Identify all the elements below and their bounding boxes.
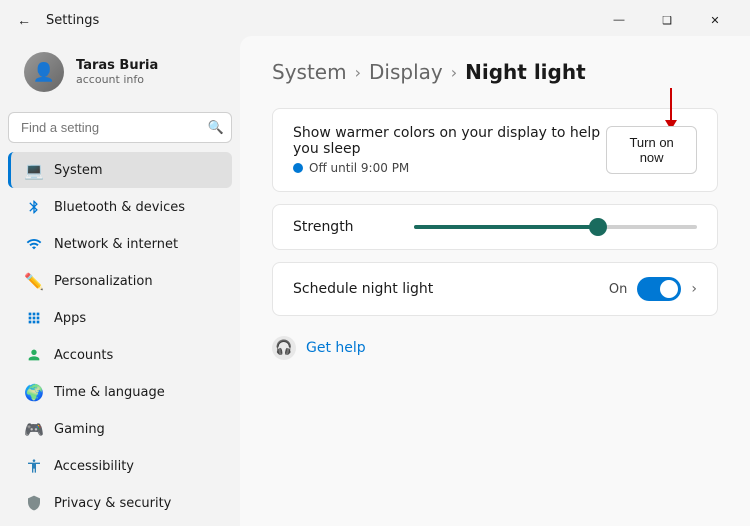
apps-icon (24, 308, 44, 328)
avatar: 👤 (24, 52, 64, 92)
sidebar-item-personalization[interactable]: ✏️ Personalization (8, 263, 232, 299)
title-bar: ← Settings — ❑ ✕ (0, 0, 750, 36)
sidebar-item-accessibility[interactable]: Accessibility (8, 448, 232, 484)
sidebar-item-privacy-label: Privacy & security (54, 496, 216, 511)
network-icon (24, 234, 44, 254)
search-input[interactable] (8, 112, 232, 143)
schedule-right: On › (609, 277, 697, 301)
content-area: System › Display › Night light Show warm… (240, 36, 750, 526)
personalization-icon: ✏️ (24, 271, 44, 291)
sidebar-item-accounts[interactable]: Accounts (8, 337, 232, 373)
schedule-toggle[interactable] (637, 277, 681, 301)
search-container: 🔍 (8, 112, 232, 143)
sidebar-item-time[interactable]: 🌍 Time & language (8, 374, 232, 410)
user-profile[interactable]: 👤 Taras Buria account info (8, 40, 232, 104)
accessibility-icon (24, 456, 44, 476)
night-light-status: Off until 9:00 PM (293, 161, 606, 175)
chevron-down-icon: › (691, 281, 697, 297)
arrow-container: Turn on now (606, 126, 697, 174)
help-icon: 🎧 (272, 336, 296, 360)
strength-card: Strength (272, 204, 718, 250)
strength-slider-wrap (414, 225, 697, 229)
sidebar-item-accounts-label: Accounts (54, 348, 216, 363)
night-light-desc: Show warmer colors on your display to he… (293, 125, 606, 157)
schedule-card[interactable]: Schedule night light On › (272, 262, 718, 316)
app-title: Settings (46, 13, 99, 28)
sidebar-item-update[interactable]: Windows Update (8, 522, 232, 526)
system-icon: 💻 (24, 160, 44, 180)
sidebar-item-gaming[interactable]: 🎮 Gaming (8, 411, 232, 447)
window-controls: — ❑ ✕ (596, 6, 738, 34)
status-indicator (293, 163, 303, 173)
back-button[interactable]: ← (12, 8, 36, 32)
sidebar: 👤 Taras Buria account info 🔍 💻 System Bl… (0, 36, 240, 526)
schedule-on-label: On (609, 282, 627, 297)
night-light-card: Show warmer colors on your display to he… (272, 108, 718, 192)
user-email: account info (76, 73, 158, 86)
sidebar-item-bluetooth[interactable]: Bluetooth & devices (8, 189, 232, 225)
schedule-label: Schedule night light (293, 281, 433, 297)
strength-thumb[interactable] (589, 218, 607, 236)
time-icon: 🌍 (24, 382, 44, 402)
get-help-label: Get help (306, 340, 366, 356)
sidebar-item-gaming-label: Gaming (54, 422, 216, 437)
sidebar-item-apps[interactable]: Apps (8, 300, 232, 336)
toggle-thumb (660, 280, 678, 298)
sidebar-nav: 💻 System Bluetooth & devices Network & i… (0, 151, 240, 526)
turn-on-button[interactable]: Turn on now (606, 126, 697, 174)
user-name: Taras Buria (76, 58, 158, 73)
turn-on-row: Show warmer colors on your display to he… (293, 125, 697, 175)
sidebar-item-apps-label: Apps (54, 311, 216, 326)
strength-label: Strength (293, 219, 354, 235)
breadcrumb-sep1: › (355, 63, 361, 82)
bluetooth-icon (24, 197, 44, 217)
maximize-button[interactable]: ❑ (644, 6, 690, 34)
strength-fill (414, 225, 598, 229)
close-button[interactable]: ✕ (692, 6, 738, 34)
main-layout: 👤 Taras Buria account info 🔍 💻 System Bl… (0, 36, 750, 526)
sidebar-item-network[interactable]: Network & internet (8, 226, 232, 262)
breadcrumb-display[interactable]: Display (369, 60, 443, 84)
breadcrumb-current: Night light (465, 60, 586, 84)
breadcrumb-system[interactable]: System (272, 60, 347, 84)
sidebar-item-system-label: System (54, 163, 216, 178)
strength-track (414, 225, 697, 229)
get-help-row[interactable]: 🎧 Get help (272, 328, 718, 368)
sidebar-item-network-label: Network & internet (54, 237, 216, 252)
sidebar-item-bluetooth-label: Bluetooth & devices (54, 200, 216, 215)
minimize-button[interactable]: — (596, 6, 642, 34)
sidebar-item-time-label: Time & language (54, 385, 216, 400)
gaming-icon: 🎮 (24, 419, 44, 439)
sidebar-item-system[interactable]: 💻 System (8, 152, 232, 188)
privacy-icon (24, 493, 44, 513)
sidebar-item-personalization-label: Personalization (54, 274, 216, 289)
sidebar-item-accessibility-label: Accessibility (54, 459, 216, 474)
red-arrow-annotation (665, 88, 677, 130)
breadcrumb: System › Display › Night light (272, 60, 718, 84)
accounts-icon (24, 345, 44, 365)
sidebar-item-privacy[interactable]: Privacy & security (8, 485, 232, 521)
status-text: Off until 9:00 PM (309, 161, 409, 175)
breadcrumb-sep2: › (451, 63, 457, 82)
